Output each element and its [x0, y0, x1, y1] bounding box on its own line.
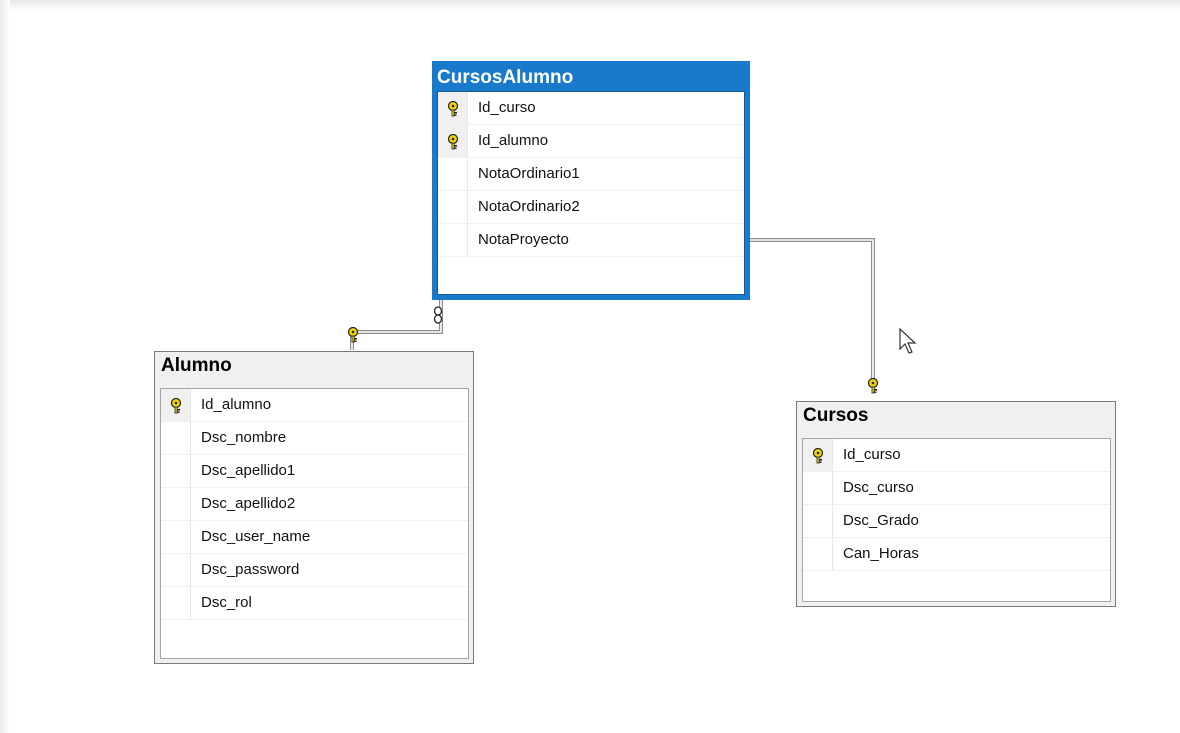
- column-row[interactable]: Id_alumno: [161, 389, 468, 422]
- column-row[interactable]: NotaOrdinario1: [438, 158, 744, 191]
- column-list: Id_curso Dsc_curso Dsc_Grado Can_Horas: [803, 439, 1110, 601]
- row-selector[interactable]: [438, 158, 468, 190]
- key-icon: [170, 398, 182, 414]
- column-name: NotaOrdinario1: [478, 165, 580, 182]
- column-name: Dsc_password: [201, 561, 300, 578]
- row-selector[interactable]: [803, 538, 833, 570]
- column-row[interactable]: Dsc_password: [161, 554, 468, 587]
- column-row[interactable]: Dsc_rol: [161, 587, 468, 620]
- column-row[interactable]: NotaOrdinario2: [438, 191, 744, 224]
- table-title[interactable]: CursosAlumno: [434, 63, 748, 90]
- key-icon: [812, 448, 824, 464]
- row-selector[interactable]: [803, 472, 833, 504]
- row-selector[interactable]: [161, 389, 191, 421]
- row-selector[interactable]: [161, 455, 191, 487]
- column-name: Id_alumno: [478, 132, 549, 149]
- column-list: Id_alumno Dsc_nombre Dsc_apellido1 Dsc_apel…: [161, 389, 468, 658]
- row-selector[interactable]: [803, 505, 833, 537]
- table-alumno[interactable]: Alumno Id_alumno Dsc_nombre Dsc_apellido1 D…: [154, 351, 474, 664]
- row-selector[interactable]: [438, 224, 468, 256]
- key-icon: [347, 326, 359, 343]
- row-selector[interactable]: [161, 422, 191, 454]
- table-title[interactable]: Alumno: [155, 352, 473, 380]
- column-name: Dsc_apellido1: [201, 462, 296, 479]
- column-row[interactable]: Dsc_nombre: [161, 422, 468, 455]
- key-icon: [867, 377, 879, 394]
- column-row[interactable]: Id_curso: [438, 92, 744, 125]
- column-name: Id_curso: [478, 99, 536, 116]
- table-cursos[interactable]: Cursos Id_curso Dsc_curso Dsc_Grado Can_Hor…: [796, 401, 1116, 607]
- mouse-pointer-icon: [899, 328, 917, 354]
- key-icon: [447, 101, 459, 117]
- column-name: NotaProyecto: [478, 231, 569, 248]
- relationship-cursos-cursosalumno[interactable]: [735, 238, 879, 394]
- column-name: Dsc_nombre: [201, 429, 287, 446]
- row-selector[interactable]: [438, 92, 468, 124]
- column-name: Dsc_apellido2: [201, 495, 296, 512]
- column-name: Dsc_user_name: [201, 528, 311, 545]
- column-name: Id_alumno: [201, 396, 272, 413]
- row-selector[interactable]: [438, 125, 468, 157]
- column-row[interactable]: Id_curso: [803, 439, 1110, 472]
- column-name: Dsc_Grado: [843, 512, 919, 529]
- row-selector[interactable]: [438, 191, 468, 223]
- column-row[interactable]: Dsc_Grado: [803, 505, 1110, 538]
- table-cursosalumno[interactable]: CursosAlumno Id_curso Id_alumno NotaOrdina…: [432, 61, 750, 300]
- column-row[interactable]: Id_alumno: [438, 125, 744, 158]
- column-name: Dsc_rol: [201, 594, 252, 611]
- row-selector[interactable]: [161, 488, 191, 520]
- column-grid: Id_curso Id_alumno NotaOrdinario1 NotaOrdin…: [437, 91, 745, 295]
- column-row[interactable]: Can_Horas: [803, 538, 1110, 571]
- row-selector[interactable]: [803, 439, 833, 471]
- column-grid: Id_alumno Dsc_nombre Dsc_apellido1 Dsc_apel…: [160, 388, 469, 659]
- column-list: Id_curso Id_alumno NotaOrdinario1 NotaOrdin…: [438, 92, 744, 294]
- row-selector[interactable]: [161, 587, 191, 619]
- relationship-alumno-cursosalumno[interactable]: [347, 300, 443, 350]
- column-name: Id_curso: [843, 446, 901, 463]
- column-row[interactable]: Dsc_apellido2: [161, 488, 468, 521]
- column-row[interactable]: Dsc_curso: [803, 472, 1110, 505]
- row-selector[interactable]: [161, 521, 191, 553]
- column-row[interactable]: NotaProyecto: [438, 224, 744, 257]
- column-row[interactable]: Dsc_apellido1: [161, 455, 468, 488]
- row-selector[interactable]: [161, 554, 191, 586]
- column-name: NotaOrdinario2: [478, 198, 580, 215]
- diagram-canvas[interactable]: CursosAlumno Id_curso Id_alumno NotaOrdina…: [0, 0, 1180, 733]
- column-grid: Id_curso Dsc_curso Dsc_Grado Can_Horas: [802, 438, 1111, 602]
- table-title[interactable]: Cursos: [797, 402, 1115, 430]
- column-name: Can_Horas: [843, 545, 919, 562]
- key-icon: [447, 134, 459, 150]
- column-row[interactable]: Dsc_user_name: [161, 521, 468, 554]
- column-name: Dsc_curso: [843, 479, 914, 496]
